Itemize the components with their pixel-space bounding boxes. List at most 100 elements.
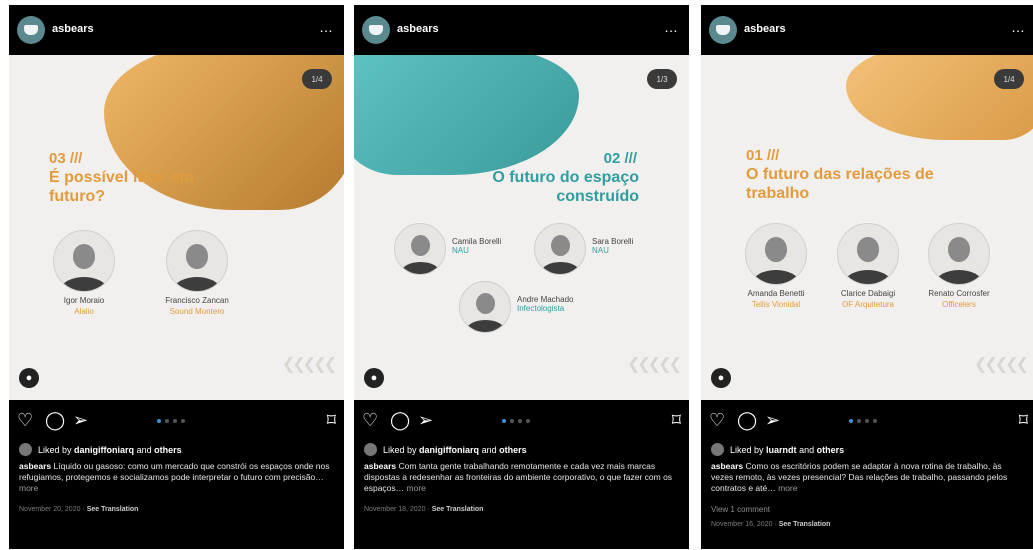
see-translation-link[interactable]: See Translation (432, 506, 484, 513)
post-number: 02 /// (603, 150, 637, 167)
like-heart-icon[interactable]: ♡ (17, 411, 33, 429)
more-link[interactable]: more (19, 483, 38, 493)
speaker-name: Igor Moraio (63, 296, 105, 305)
speaker-name: Renato Corrosfer (928, 289, 990, 298)
post-number: 03 /// (49, 150, 83, 167)
liked-by-others[interactable]: others (154, 445, 182, 455)
liked-by-prefix: Liked by (383, 444, 417, 455)
liked-by-prefix: Liked by (38, 444, 72, 455)
see-translation-link[interactable]: See Translation (87, 506, 139, 513)
like-heart-icon[interactable]: ♡ (362, 411, 378, 429)
bookmark-icon[interactable]: ⌑ (1019, 411, 1028, 429)
speaker-photo (534, 223, 586, 275)
photo-blob (846, 55, 1033, 140)
caption: asbears Como os escritórios podem se ada… (711, 461, 1026, 494)
liked-by: Liked by luarndt and others (711, 443, 844, 456)
post-header: asbears … (701, 5, 1033, 55)
liked-by-and: and (799, 444, 815, 455)
profile-avatar[interactable] (17, 16, 45, 44)
more-options-icon[interactable]: … (319, 19, 334, 35)
post-card: asbears … 1/4 01 /// O futuro das relaçõ… (701, 5, 1033, 549)
speaker-photo (837, 223, 899, 285)
username[interactable]: asbears (52, 23, 94, 35)
comment-icon[interactable]: ◯ (737, 411, 757, 429)
post-title: É possível falar em futuro? (49, 169, 194, 205)
chevrons-icon: ❮❮❮❮❮ (973, 356, 1029, 373)
action-bar: ♡ ◯ ➢ ⌑ (354, 400, 689, 440)
caption-username[interactable]: asbears (364, 461, 396, 471)
liked-by-user[interactable]: danigiffoniarq (419, 445, 479, 455)
more-options-icon[interactable]: … (664, 19, 679, 35)
more-link[interactable]: more (778, 483, 797, 493)
date-text: November 16, 2020 (711, 521, 773, 528)
username[interactable]: asbears (397, 23, 439, 35)
post-card: asbears … 1/4 03 /// É possível falar em… (9, 5, 344, 549)
post-image[interactable]: 1/3 02 /// O futuro do espaço construído… (354, 55, 689, 400)
speaker-name: Sara Borelli (592, 237, 634, 246)
slide-counter: 1/3 (647, 69, 677, 89)
speaker-org: OF Arquitetura (841, 300, 895, 309)
liker-avatar (364, 443, 377, 456)
caption-username[interactable]: asbears (19, 461, 51, 471)
liked-by-user[interactable]: danigiffoniarq (74, 445, 134, 455)
speaker: Renato Corrosfer Officelers (909, 223, 1009, 309)
speaker-org: NAU (592, 246, 609, 255)
liked-by: Liked by danigiffoniarq and others (19, 443, 182, 456)
liked-by-others[interactable]: others (499, 445, 527, 455)
more-options-icon[interactable]: … (1011, 19, 1026, 35)
speaker-org: Alalio (74, 307, 94, 316)
liked-by-user[interactable]: luarndt (766, 445, 797, 455)
chevrons-icon: ❮❮❮❮❮ (626, 356, 682, 373)
profile-avatar[interactable] (709, 16, 737, 44)
see-translation-link[interactable]: See Translation (779, 521, 831, 528)
speaker: Amanda Benetti Tellis Vionidal (726, 223, 826, 309)
liked-by-and: and (136, 444, 152, 455)
speaker: Andre Machado Infectologista (459, 281, 619, 333)
bookmark-icon[interactable]: ⌑ (327, 411, 336, 429)
tagged-user-icon[interactable]: ● (711, 368, 731, 388)
like-heart-icon[interactable]: ♡ (709, 411, 725, 429)
share-icon[interactable]: ➢ (418, 411, 433, 429)
speaker-org: Infectologista (517, 304, 565, 313)
speaker-photo (166, 230, 228, 292)
tagged-user-icon[interactable]: ● (19, 368, 39, 388)
post-image[interactable]: 1/4 03 /// É possível falar em futuro? I… (9, 55, 344, 400)
post-image[interactable]: 1/4 01 /// O futuro das relações de trab… (701, 55, 1033, 400)
post-title: O futuro das relações de trabalho (746, 166, 934, 202)
action-bar: ♡ ◯ ➢ ⌑ (701, 400, 1033, 440)
speaker-photo (459, 281, 511, 333)
action-bar: ♡ ◯ ➢ ⌑ (9, 400, 344, 440)
comment-icon[interactable]: ◯ (390, 411, 410, 429)
speaker: Sara Borelli NAU (534, 223, 684, 275)
comment-icon[interactable]: ◯ (45, 411, 65, 429)
speaker-photo (745, 223, 807, 285)
carousel-pager (501, 419, 530, 423)
caption-text: Como os escritórios podem se adaptar à n… (711, 461, 1008, 493)
photo-blob (354, 55, 579, 175)
speaker: Clarice Dabaigi OF Arquitetura (818, 223, 918, 309)
post-header: asbears … (354, 5, 689, 55)
more-link[interactable]: more (407, 483, 426, 493)
post-title: O futuro do espaço construído (492, 169, 639, 205)
username[interactable]: asbears (744, 23, 786, 35)
profile-avatar[interactable] (362, 16, 390, 44)
post-date: November 20, 2020 · See Translation (19, 506, 139, 513)
view-comments-link[interactable]: View 1 comment (711, 505, 770, 514)
tagged-user-icon[interactable]: ● (364, 368, 384, 388)
speaker-photo (53, 230, 115, 292)
bookmark-icon[interactable]: ⌑ (672, 411, 681, 429)
speaker-photo (394, 223, 446, 275)
speaker-org: NAU (452, 246, 469, 255)
liked-by-others[interactable]: others (817, 445, 845, 455)
brand-logo-icon (24, 25, 38, 35)
post-date: November 18, 2020 · See Translation (364, 506, 484, 513)
date-text: November 20, 2020 (19, 506, 81, 513)
share-icon[interactable]: ➢ (765, 411, 780, 429)
caption-text: Líquido ou gasoso: como um mercado que c… (19, 461, 330, 482)
share-icon[interactable]: ➢ (73, 411, 88, 429)
chevrons-icon: ❮❮❮❮❮ (281, 356, 337, 373)
speaker-org: Officelers (942, 300, 976, 309)
speaker-photo (928, 223, 990, 285)
caption-username[interactable]: asbears (711, 461, 743, 471)
brand-logo-icon (369, 25, 383, 35)
